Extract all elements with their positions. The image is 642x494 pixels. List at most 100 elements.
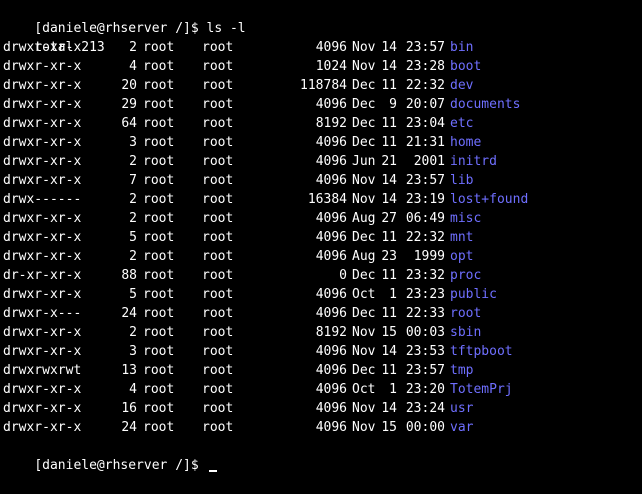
permissions-text: drwx------ xyxy=(3,192,82,207)
group-text: root xyxy=(202,97,234,112)
group-text: root xyxy=(202,211,234,226)
time-text: 00:03 xyxy=(405,325,445,340)
permissions-text: drwxr-xr-x xyxy=(3,249,82,264)
input-prompt-line[interactable]: [daniele@rhserver /]$ xyxy=(3,437,642,473)
month-text: Dec xyxy=(352,306,376,321)
link-count: 24 xyxy=(121,306,137,321)
group-text: root xyxy=(202,40,234,55)
month-text: Dec xyxy=(352,230,376,245)
permissions-text: drwxr-xr-x xyxy=(3,420,82,435)
day-text: 15 xyxy=(381,420,397,435)
permissions-text: drwxr-xr-x xyxy=(3,230,82,245)
time-text: 22:33 xyxy=(405,306,445,321)
size-text: 0 xyxy=(339,268,347,283)
month-text: Dec xyxy=(352,78,376,93)
link-count: 2 xyxy=(129,211,137,226)
command-line: [daniele@rhserver /]$ ls -l xyxy=(3,0,642,36)
prompt-text-bottom: [daniele@rhserver /]$ xyxy=(34,458,207,473)
permissions-text: drwxr-xr-x xyxy=(3,154,82,169)
terminal-window[interactable]: [daniele@rhserver /]$ ls -l total 213 dr… xyxy=(0,0,642,473)
permissions-text: drwxr-xr-x xyxy=(3,116,82,131)
link-count: 3 xyxy=(129,344,137,359)
directory-name: bin xyxy=(450,40,474,55)
time-text: 23:20 xyxy=(405,382,445,397)
permissions-text: drwxr-xr-x xyxy=(3,97,82,112)
link-count: 4 xyxy=(129,382,137,397)
month-text: Dec xyxy=(352,135,376,150)
month-text: Nov xyxy=(352,59,376,74)
listing-row: drwxr-xr-x 64 root root 8192 Dec 11 23:04 etc xyxy=(3,114,642,133)
directory-name: tmp xyxy=(450,363,474,378)
listing-row: drwxrwxrwt 13 root root 4096 Dec 11 23:57 tmp xyxy=(3,361,642,380)
owner-text: root xyxy=(143,268,175,283)
owner-text: root xyxy=(143,59,175,74)
day-text: 27 xyxy=(381,211,397,226)
listing-row: drwxr-xr-x 2 root root 4096 Aug 27 06:49 misc xyxy=(3,209,642,228)
month-text: Nov xyxy=(352,401,376,416)
owner-text: root xyxy=(143,325,175,340)
listing-row: drwxr-xr-x 2 root root 4096 Jun 21 2001 initrd xyxy=(3,152,642,171)
day-text: 14 xyxy=(381,59,397,74)
directory-name: TotemPrj xyxy=(450,382,513,397)
permissions-text: drwxrwxrwt xyxy=(3,363,82,378)
listing-row: drwx------ 2 root root 16384 Nov 14 23:19 lost+f… xyxy=(3,190,642,209)
size-text: 4096 xyxy=(315,344,347,359)
permissions-text: drwxr-xr-x xyxy=(3,287,82,302)
group-text: root xyxy=(202,344,234,359)
listing-row: drwxr-xr-x 7 root root 4096 Nov 14 23:57 lib xyxy=(3,171,642,190)
listing-row: drwxr-xr-x 20 root root 118784 Dec 11 22:32 dev xyxy=(3,76,642,95)
link-count: 5 xyxy=(129,230,137,245)
directory-name: public xyxy=(450,287,497,302)
link-count: 13 xyxy=(121,363,137,378)
link-count: 2 xyxy=(129,40,137,55)
month-text: Dec xyxy=(352,268,376,283)
size-text: 16384 xyxy=(307,192,347,207)
size-text: 4096 xyxy=(315,97,347,112)
listing-row: drwxr-xr-x 5 root root 4096 Dec 11 22:32 mnt xyxy=(3,228,642,247)
size-text: 4096 xyxy=(315,173,347,188)
size-text: 4096 xyxy=(315,135,347,150)
directory-name: mnt xyxy=(450,230,474,245)
group-text: root xyxy=(202,59,234,74)
permissions-text: drwxr-xr-x xyxy=(3,135,82,150)
directory-name: opt xyxy=(450,249,474,264)
listing-row: drwxr-xr-x 2 root root 8192 Nov 15 00:03 sbin xyxy=(3,323,642,342)
size-text: 4096 xyxy=(315,211,347,226)
directory-name: misc xyxy=(450,211,482,226)
day-text: 14 xyxy=(381,173,397,188)
owner-text: root xyxy=(143,135,175,150)
total-line: total 213 xyxy=(3,19,642,55)
listing-row: drwxr-xr-x 3 root root 4096 Dec 11 21:31 home xyxy=(3,133,642,152)
month-text: Nov xyxy=(352,325,376,340)
directory-name: boot xyxy=(450,59,482,74)
permissions-text: drwxr-xr-x xyxy=(3,401,82,416)
size-text: 4096 xyxy=(315,306,347,321)
listing-row: drwxr-x--- 24 root root 4096 Dec 11 22:33 root xyxy=(3,304,642,323)
listing-row: drwxr-xr-x 4 root root 1024 Nov 14 23:28 boot xyxy=(3,57,642,76)
permissions-text: drwxr-xr-x xyxy=(3,211,82,226)
time-text: 22:32 xyxy=(405,78,445,93)
link-count: 2 xyxy=(129,249,137,264)
time-text: 20:07 xyxy=(405,97,445,112)
directory-name: home xyxy=(450,135,482,150)
owner-text: root xyxy=(143,382,175,397)
link-count: 16 xyxy=(121,401,137,416)
group-text: root xyxy=(202,192,234,207)
listing-row: drwxr-xr-x 4 root root 4096 Oct 1 23:20 TotemPrj xyxy=(3,380,642,399)
time-text: 23:32 xyxy=(405,268,445,283)
permissions-text: drwxr-xr-x xyxy=(3,173,82,188)
day-text: 15 xyxy=(381,325,397,340)
directory-name: lost+found xyxy=(450,192,529,207)
month-text: Dec xyxy=(352,97,376,112)
time-text: 23:28 xyxy=(405,59,445,74)
size-text: 4096 xyxy=(315,40,347,55)
cursor xyxy=(208,470,217,472)
group-text: root xyxy=(202,382,234,397)
day-text: 14 xyxy=(381,192,397,207)
group-text: root xyxy=(202,173,234,188)
size-text: 4096 xyxy=(315,363,347,378)
month-text: Dec xyxy=(352,116,376,131)
time-text: 23:57 xyxy=(405,40,445,55)
link-count: 20 xyxy=(121,78,137,93)
month-text: Nov xyxy=(352,40,376,55)
